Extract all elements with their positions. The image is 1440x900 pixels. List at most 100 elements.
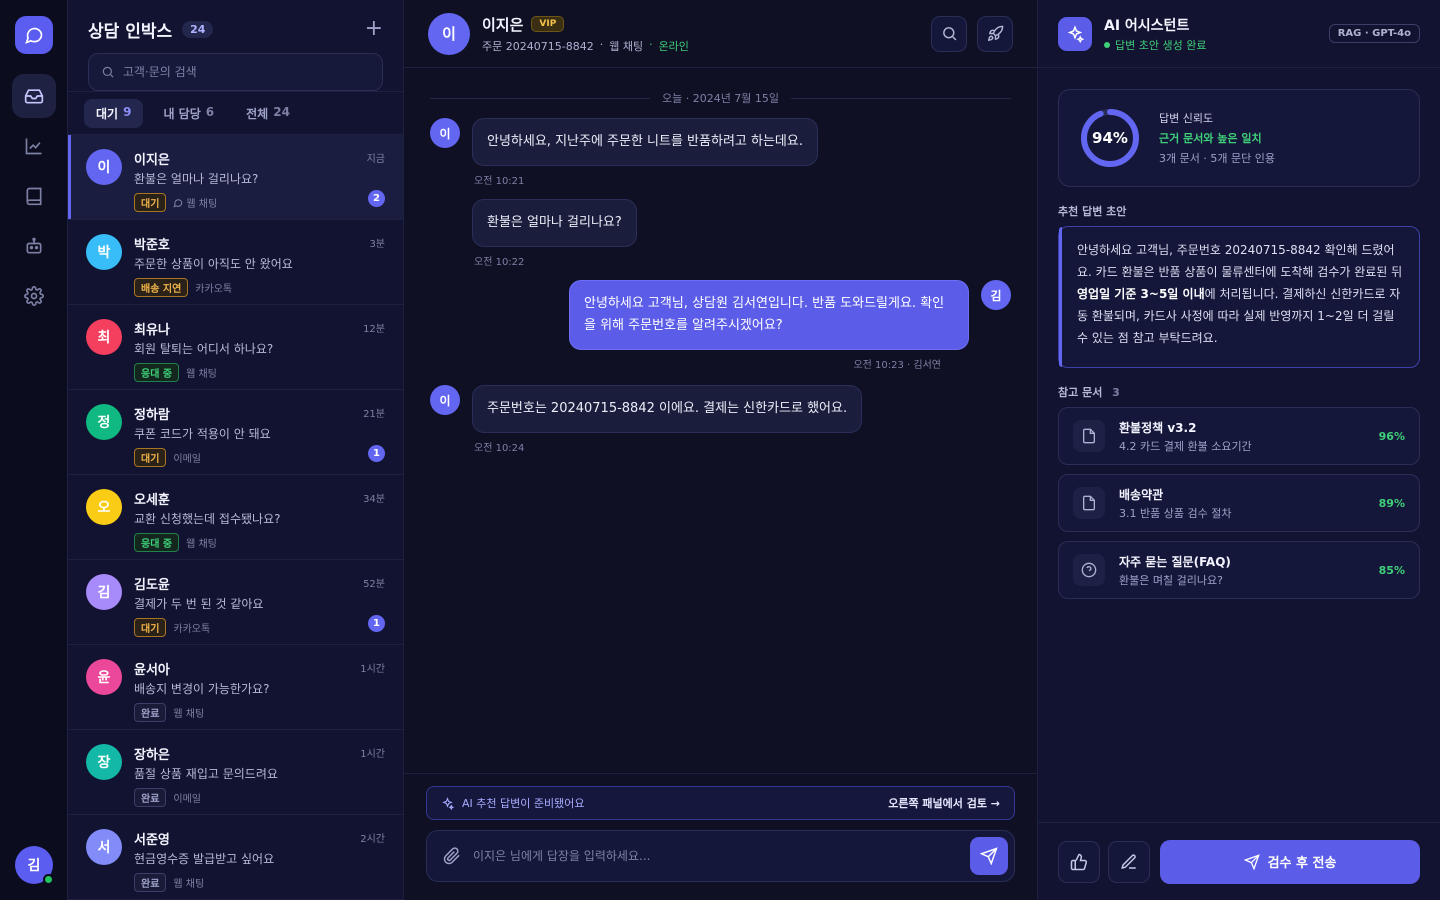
conversation-preview: 배송지 변경이 가능한가요?: [134, 682, 270, 696]
document-icon: [1073, 487, 1105, 519]
reference-title: 배송약관: [1119, 487, 1164, 502]
conversation-item[interactable]: 윤 윤서아 배송지 변경이 가능한가요? 완료 웹 채팅 1시간: [68, 645, 403, 730]
status-badge: 대기: [134, 193, 167, 212]
chat-header: 이 이지은 VIP 주문 20240715-8842 · 웹 채팅 · 온라인: [404, 0, 1037, 68]
conversation-time: 52분: [363, 579, 385, 590]
chat-bubble-icon: [173, 198, 183, 208]
conversation-list: 이 이지은 환불은 얼마나 걸리나요? 대기 웹 채팅 지금 2 박 박준호 주문한 상품이 아직…: [68, 135, 403, 900]
customer-avatar: 이: [428, 12, 470, 55]
message-time: 오전 10:22: [474, 257, 525, 269]
knowledge-book-icon[interactable]: [12, 174, 56, 218]
document-icon: [1073, 420, 1105, 452]
inbox-panel: 상담 인박스 24 + 대기 9 내 담당 6 전체 24 이 이지은환불은 얼마나 걸…: [68, 0, 404, 900]
ai-suggestion-banner[interactable]: AI 추천 답변이 준비됐어요 오른쪽 패널에서 검토 →: [426, 786, 1015, 820]
transfer-button[interactable]: [977, 15, 1013, 52]
tab-count: 24: [273, 104, 290, 119]
channel-label: 웹 채팅: [173, 709, 205, 720]
confidence-title: 답변 신뢰도: [1159, 112, 1214, 125]
inbox-icon[interactable]: [11, 74, 56, 118]
conversation-item[interactable]: 이 이지은 환불은 얼마나 걸리나요? 대기 웹 채팅 지금 2: [68, 135, 403, 220]
paperclip-icon[interactable]: [443, 847, 461, 865]
message-composer: [426, 830, 1015, 882]
date-separator-text: 오늘 · 2024년 7월 15일: [661, 92, 780, 105]
message-time: 오전 10:24: [474, 443, 525, 455]
inbox-header: 상담 인박스 24 +: [68, 0, 403, 92]
conversation-preview: 교환 신청했는데 접수됐나요?: [134, 512, 281, 526]
tab-waiting[interactable]: 대기 9: [84, 98, 144, 128]
status-badge: 완료: [134, 703, 167, 722]
tab-all[interactable]: 전체 24: [234, 99, 302, 128]
tab-count: 9: [123, 104, 132, 119]
reference-document[interactable]: 자주 묻는 질문(FAQ) 환불은 며칠 걸리나요? 85%: [1058, 541, 1420, 599]
channel-tag: 카카오톡: [195, 280, 232, 295]
status-badge: 배송 지연: [134, 278, 189, 297]
help-circle-icon: [1073, 554, 1105, 586]
message-bubble: 주문번호는 20240715-8842 이에요. 결제는 신한카드로 했어요.: [472, 385, 863, 434]
customer-meta: 주문 20240715-8842 · 웹 채팅 · 온라인: [482, 38, 689, 54]
draft-reply[interactable]: 안녕하세요 고객님, 주문번호 20240715-8842 확인해 드렸어요. …: [1058, 226, 1420, 368]
inbox-count-badge: 24: [182, 20, 214, 38]
conversation-item[interactable]: 김 김도윤 결제가 두 번 된 것 같아요 대기 카카오톡 52분 1: [68, 560, 403, 645]
tab-label: 전체: [246, 106, 269, 121]
ai-actions: 검수 후 전송: [1038, 822, 1440, 900]
customer-msg-avatar: 이: [430, 118, 460, 148]
meta-separator: ·: [599, 37, 604, 51]
conversation-item[interactable]: 장 장하은 품절 상품 재입고 문의드려요 완료 이메일 1시간: [68, 730, 403, 815]
review-in-panel-link[interactable]: 오른쪽 패널에서 검토 →: [888, 795, 1000, 811]
ai-header: AI 어시스턴트 답변 초안 생성 완료 RAG · GPT-4o: [1038, 0, 1440, 68]
ai-banner-text: AI 추천 답변이 준비됐어요: [462, 797, 585, 810]
conversation-avatar: 최: [86, 319, 122, 355]
footer-divider: [404, 773, 1037, 774]
customer-name: 이지은: [482, 15, 524, 34]
channel-label: 이메일: [173, 454, 202, 465]
chat-logo-icon[interactable]: [14, 16, 53, 54]
relevance-score: 85%: [1378, 563, 1405, 577]
reply-input[interactable]: [473, 849, 958, 863]
tab-mine[interactable]: 내 담당 6: [151, 99, 226, 128]
analytics-icon[interactable]: [12, 124, 56, 168]
search-icon: [942, 27, 956, 41]
thumbs-up-icon: [1070, 853, 1088, 870]
reference-title: 환불정책 v3.2: [1119, 420, 1197, 435]
send-message-button[interactable]: [970, 837, 1008, 875]
status-badge: 완료: [134, 873, 167, 892]
settings-gear-icon[interactable]: [12, 274, 56, 318]
conversation-time: 34분: [363, 494, 385, 505]
conversation-item[interactable]: 오 오세훈 교환 신청했는데 접수됐나요? 응대 중 웹 채팅 34분: [68, 475, 403, 560]
conversation-preview: 주문한 상품이 아직도 안 왔어요: [134, 257, 293, 271]
customer-message: 환불은 얼마나 걸리나요?: [430, 199, 1011, 248]
date-separator: 오늘 · 2024년 7월 15일: [430, 90, 1011, 106]
unread-count-badge: 1: [368, 445, 385, 462]
customer-message: 이 안녕하세요, 지난주에 주문한 니트를 반품하려고 하는데요.: [430, 118, 1011, 167]
review-and-send-button[interactable]: 검수 후 전송: [1160, 839, 1420, 884]
search-chat-button[interactable]: [931, 15, 967, 52]
conversation-item[interactable]: 박 박준호 주문한 상품이 아직도 안 왔어요 배송 지연 카카오톡 3분: [68, 220, 403, 305]
add-conversation-icon[interactable]: +: [365, 18, 383, 40]
draft-text: 안녕하세요 고객님, 주문번호 20240715-8842 확인해 드렸어요. …: [1077, 243, 1403, 279]
conversation-name: 정하람: [134, 408, 170, 423]
meta-separator: ·: [649, 37, 653, 51]
pen-icon: [1121, 853, 1136, 869]
draft-label: 추천 답변 초안: [1058, 205, 1127, 218]
inbox-title: 상담 인박스 24: [88, 17, 214, 42]
reference-document[interactable]: 배송약관 3.1 반품 상품 검수 절차 89%: [1058, 474, 1420, 532]
online-status-dot: [43, 874, 54, 885]
agent-avatar[interactable]: 김: [15, 846, 54, 885]
edit-draft-button[interactable]: [1108, 840, 1150, 883]
message-time: 오전 10:23 · 김서연: [853, 360, 941, 372]
reference-title: 자주 묻는 질문(FAQ): [1119, 554, 1231, 569]
references-count: 3: [1112, 386, 1120, 399]
message-bubble: 환불은 얼마나 걸리나요?: [472, 199, 637, 248]
thumbs-up-button[interactable]: [1058, 840, 1100, 883]
conversation-item[interactable]: 최 최유나 회원 탈퇴는 어디서 하나요? 응대 중 웹 채팅 12분: [68, 305, 403, 390]
conversation-time: 1시간: [360, 749, 385, 760]
customer-message: 이 주문번호는 20240715-8842 이에요. 결제는 신한카드로 했어요…: [430, 385, 1011, 434]
conversation-item[interactable]: 정 정하람 쿠폰 코드가 적용이 안 돼요 대기 이메일 21분 1: [68, 390, 403, 475]
status-badge: 응대 중: [134, 533, 180, 552]
conversation-item[interactable]: 서 서준영 현금영수증 발급받고 싶어요 완료 웹 채팅 2시간: [68, 815, 403, 900]
confidence-ring: 94%: [1079, 107, 1141, 169]
reference-document[interactable]: 환불정책 v3.2 4.2 카드 결제 환불 소요기간 96%: [1058, 407, 1420, 465]
search-input[interactable]: [122, 65, 370, 79]
bot-icon[interactable]: [12, 224, 56, 268]
conversation-avatar: 장: [86, 744, 122, 780]
